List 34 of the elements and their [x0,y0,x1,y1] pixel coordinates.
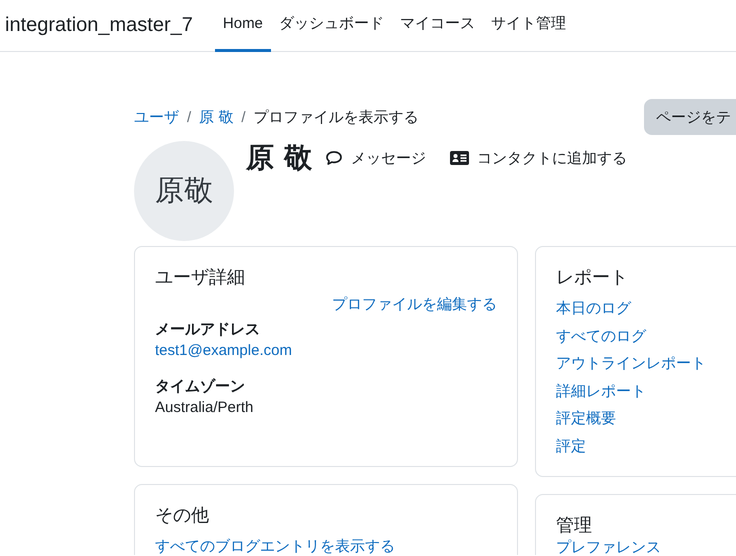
email-link[interactable]: test1@example.com [155,342,292,359]
nav-tab[interactable]: マイコース [392,0,483,52]
card-heading: ユーザ詳細 [155,266,246,289]
avatar-initials: 原敬 [134,141,234,241]
speech-bubble-icon [324,150,343,166]
field-label: メールアドレス [155,320,260,339]
breadcrumb-current: プロファイルを表示する [254,108,419,126]
card-link[interactable]: すべてのブログエントリを表示する [155,533,395,555]
card-link[interactable]: 本日のログ [556,295,631,322]
card-heading: レポート [556,266,629,289]
card-link[interactable]: すべてのログ [556,322,646,350]
breadcrumb-separator: / [241,108,246,126]
card-link[interactable]: 評定概要 [556,405,616,432]
card-link[interactable]: 詳細レポート [556,378,646,405]
message-link[interactable]: メッセージ [350,148,426,168]
nav-tab[interactable]: サイト管理 [482,0,574,52]
card-heading: 管理 [556,514,593,537]
nav-tab[interactable]: ダッシュボード [270,0,392,52]
site-name[interactable]: integration_master_7 [0,0,217,51]
address-card-icon [450,151,469,165]
page-button[interactable]: ページをテ [644,99,736,135]
breadcrumb-link[interactable]: ユーザ [134,108,179,126]
edit-profile-link[interactable]: プロファイルを編集する [332,295,497,314]
breadcrumb-link[interactable]: 原 敬 [199,108,234,126]
nav-tab[interactable]: Home [214,0,271,52]
field-label: タイムゾーン [155,377,245,396]
user-name: 原 敬 [246,141,313,175]
card-link[interactable]: アウトラインレポート [556,350,706,378]
card-heading: その他 [155,504,210,527]
breadcrumb-separator: / [187,108,192,126]
field-value: Australia/Perth [155,399,254,416]
card-link[interactable]: 評定 [556,432,586,460]
card-link[interactable]: プレファレンス [556,537,661,555]
add-contact-link[interactable]: コンタクトに追加する [476,148,627,168]
